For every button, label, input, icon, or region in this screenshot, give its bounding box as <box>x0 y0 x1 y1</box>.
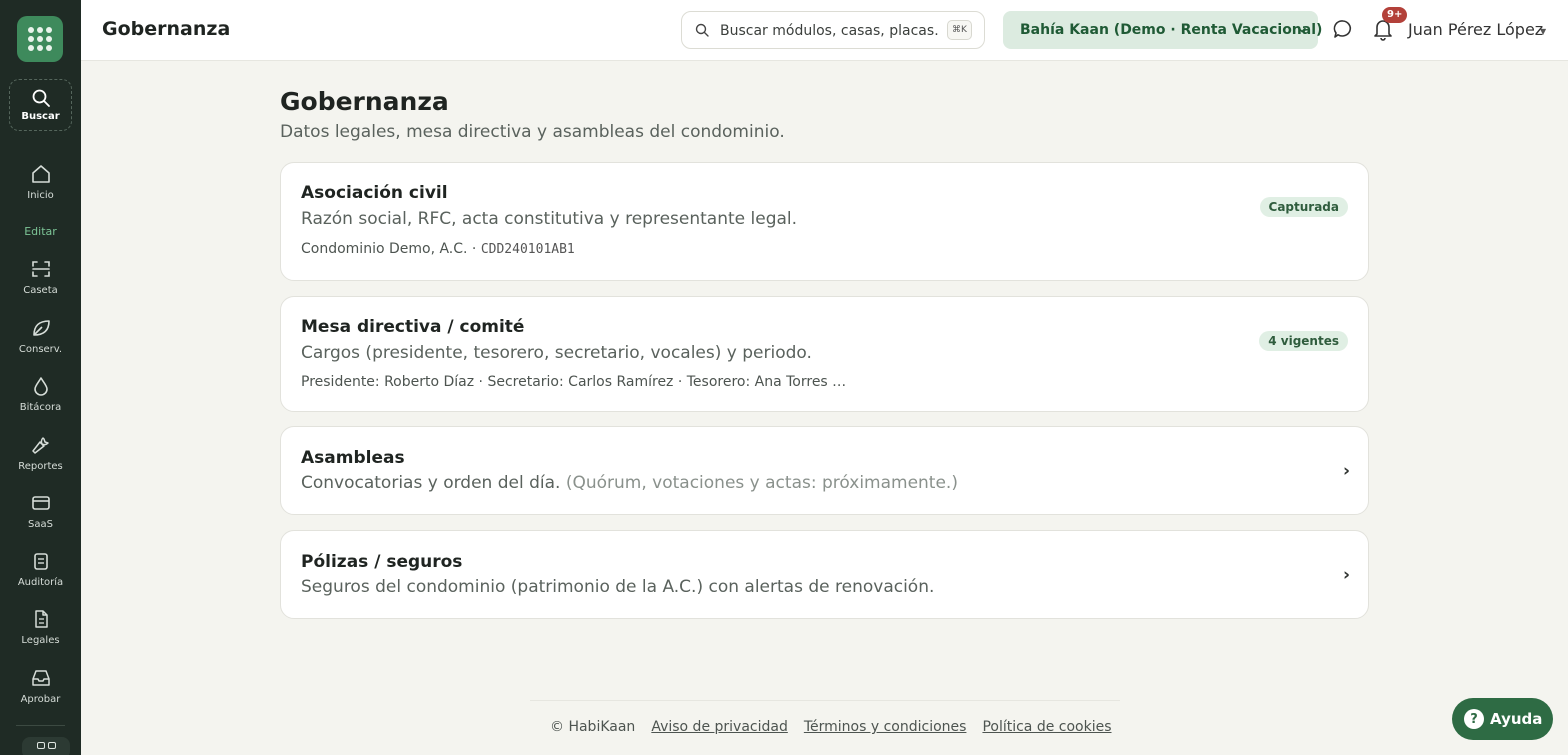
card-description-text: Convocatorias y orden del día. <box>301 473 561 493</box>
leaf-icon <box>32 320 50 336</box>
apps-grid-icon[interactable] <box>17 16 63 62</box>
chat-icon[interactable] <box>1332 18 1354 40</box>
notifications-badge: 9+ <box>1382 7 1408 23</box>
clipboard-icon <box>33 553 48 570</box>
help-icon: ? <box>1464 709 1484 729</box>
card-meta-name: Condominio Demo, A.C. · <box>301 241 481 257</box>
sidebar-item-aprobar[interactable]: Aprobar <box>0 667 81 705</box>
card-title: Mesa directiva / comité <box>301 317 525 337</box>
footer: © HabiKaan Aviso de privacidad Términos … <box>550 719 1112 735</box>
sidebar-item-label: Inicio <box>27 190 54 201</box>
inbox-icon <box>31 670 50 686</box>
sidebar-divider <box>16 725 65 726</box>
footer-copyright: © HabiKaan <box>550 719 636 735</box>
sidebar-item-label: Legales <box>21 635 60 646</box>
card-icon <box>31 496 50 510</box>
sidebar-item-label: Caseta <box>23 285 58 296</box>
card-asambleas[interactable]: Asambleas Convocatorias y orden del día.… <box>280 426 1369 515</box>
search-input[interactable] <box>720 20 940 42</box>
card-meta: Presidente: Roberto Díaz · Secretario: C… <box>301 374 847 390</box>
sidebar-item-inicio[interactable]: Inicio <box>0 163 81 201</box>
card-title: Pólizas / seguros <box>301 552 463 572</box>
search-icon <box>32 89 50 107</box>
drop-icon <box>33 377 48 396</box>
sidebar-item-conserv[interactable]: Conserv. <box>0 317 81 355</box>
sidebar-item-reportes[interactable]: Reportes <box>0 434 81 472</box>
card-title: Asambleas <box>301 448 405 468</box>
sidebar-section-label: Editar <box>24 225 57 238</box>
header-title: Gobernanza <box>102 18 231 40</box>
status-badge: 4 vigentes <box>1259 331 1348 351</box>
sidebar-item-label: Reportes <box>18 461 63 472</box>
scan-icon <box>31 261 50 277</box>
caret-down-icon: ▼ <box>1540 27 1547 36</box>
global-search[interactable]: ⌘K <box>681 11 985 49</box>
organization-selector-label: Bahía Kaan (Demo · Renta Vacacional) <box>1020 22 1323 38</box>
card-description: Seguros del condominio (patrimonio de la… <box>301 577 935 597</box>
search-shortcut-hint: ⌘K <box>947 20 972 40</box>
sidebar-item-label: Conserv. <box>18 344 63 355</box>
sidebar-item-legales[interactable]: Legales <box>0 608 81 646</box>
page-subtitle: Datos legales, mesa directiva y asamblea… <box>280 122 785 142</box>
help-button[interactable]: ? Ayuda <box>1452 698 1553 740</box>
sidebar-more-button[interactable] <box>22 737 70 755</box>
top-bar: Gobernanza ⌘K Bahía Kaan (Demo · Renta V… <box>81 0 1568 61</box>
card-meta: Condominio Demo, A.C. · CDD240101AB1 <box>301 241 575 257</box>
page-title: Gobernanza <box>280 87 449 116</box>
sidebar-item-label: Aprobar <box>20 694 61 705</box>
footer-link-cookies[interactable]: Política de cookies <box>982 719 1111 735</box>
sidebar: Buscar Inicio Editar Caseta Conserv. Bit… <box>0 0 81 755</box>
sidebar-item-label: Bitácora <box>19 402 62 413</box>
sidebar-item-saas[interactable]: SaaS <box>0 492 81 530</box>
organization-selector[interactable]: Bahía Kaan (Demo · Renta Vacacional) <box>1003 11 1322 49</box>
card-description: Convocatorias y orden del día. (Quórum, … <box>301 473 958 493</box>
card-title: Asociación civil <box>301 183 448 203</box>
sidebar-search-label: Buscar <box>21 111 60 122</box>
wrench-icon <box>31 437 49 454</box>
chevron-right-icon: › <box>1342 565 1350 585</box>
footer-link-terms[interactable]: Términos y condiciones <box>804 719 967 735</box>
sidebar-item-label: SaaS <box>28 519 53 530</box>
card-description-note: (Quórum, votaciones y actas: próximament… <box>565 473 958 493</box>
sidebar-item-bitacora[interactable]: Bitácora <box>0 375 81 413</box>
card-asociacion-civil[interactable]: Asociación civil Razón social, RFC, acta… <box>280 162 1369 281</box>
chevron-down-icon <box>1298 27 1306 33</box>
home-icon <box>31 165 50 183</box>
sidebar-item-caseta[interactable]: Caseta <box>0 258 81 296</box>
chevron-right-icon: › <box>1342 461 1350 481</box>
status-badge: Capturada <box>1259 197 1348 217</box>
card-description: Cargos (presidente, tesorero, secretario… <box>301 343 812 363</box>
card-meta-rfc: CDD240101AB1 <box>480 242 575 257</box>
search-icon <box>695 23 709 37</box>
sidebar-item-label: Auditoría <box>17 577 64 588</box>
sidebar-item-auditoria[interactable]: Auditoría <box>0 550 81 588</box>
footer-divider <box>530 700 1120 701</box>
card-mesa-directiva[interactable]: Mesa directiva / comité Cargos (presiden… <box>280 296 1369 412</box>
sidebar-search-button[interactable]: Buscar <box>9 79 72 131</box>
document-icon <box>34 610 48 628</box>
card-polizas-seguros[interactable]: Pólizas / seguros Seguros del condominio… <box>280 530 1369 619</box>
user-menu[interactable]: Juan Pérez López <box>1408 20 1543 39</box>
help-button-label: Ayuda <box>1490 710 1543 728</box>
card-description: Razón social, RFC, acta constitutiva y r… <box>301 209 798 229</box>
footer-link-privacy[interactable]: Aviso de privacidad <box>651 719 788 735</box>
